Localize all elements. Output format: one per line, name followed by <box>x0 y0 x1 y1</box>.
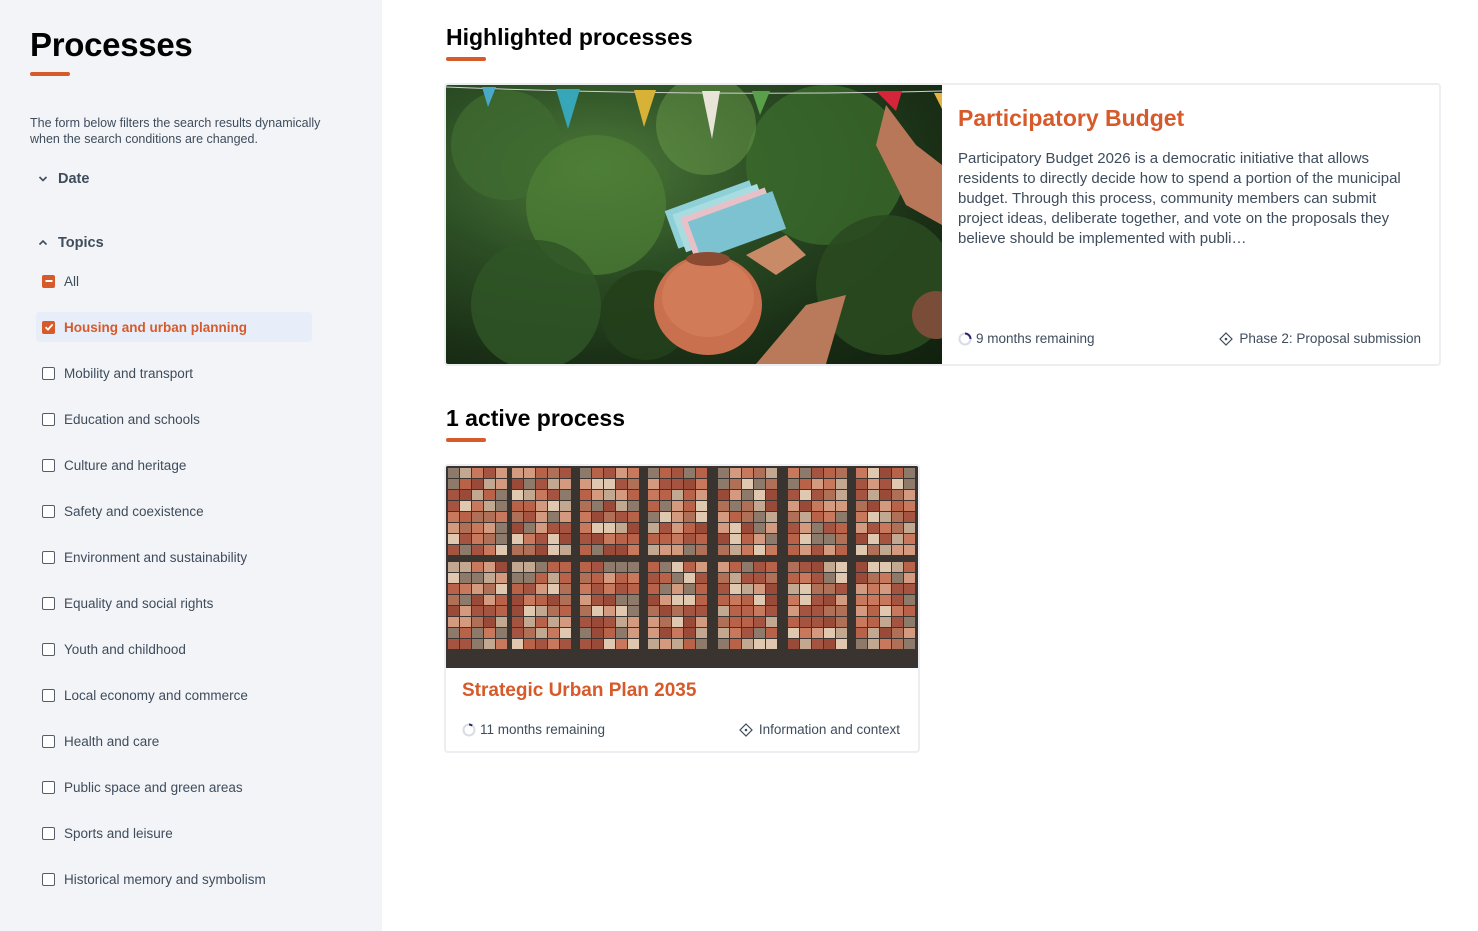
topic-checkbox-row[interactable]: Environment and sustainability <box>36 542 312 572</box>
date-filter-toggle[interactable]: Date <box>36 171 89 187</box>
topic-checkbox-row[interactable]: Education and schools <box>36 404 312 434</box>
progress-ring-icon <box>462 723 476 736</box>
title-underline <box>30 72 70 76</box>
phase-text: Information and context <box>758 722 900 737</box>
highlighted-card-body: Participatory Budget Participatory Budge… <box>942 85 1439 364</box>
topic-checkbox-label: Equality and social rights <box>64 595 214 611</box>
topic-checkbox[interactable] <box>42 412 55 426</box>
topic-checkbox[interactable] <box>42 826 55 840</box>
process-card-title[interactable]: Strategic Urban Plan 2035 <box>462 680 696 702</box>
topic-checkbox-label: Local economy and commerce <box>64 687 248 703</box>
topic-checkbox[interactable] <box>42 872 55 886</box>
budget-process-image <box>446 85 942 364</box>
phase-diamond-icon <box>739 722 753 737</box>
topic-checkbox-row[interactable]: Health and care <box>36 726 312 756</box>
topic-checkbox-label: Historical memory and symbolism <box>64 871 266 887</box>
topic-checkbox[interactable] <box>42 458 55 472</box>
time-remaining: 9 months remaining <box>958 331 1095 346</box>
progress-ring-icon <box>958 332 972 345</box>
highlighted-process-card[interactable]: Participatory Budget Participatory Budge… <box>444 83 1441 366</box>
topic-checkbox-label: All <box>64 273 80 289</box>
highlighted-card-meta: 9 months remaining Phase 2: Proposal sub… <box>958 331 1421 346</box>
topic-checkbox-label: Sports and leisure <box>64 825 173 841</box>
topic-checkbox-row[interactable]: Mobility and transport <box>36 358 312 388</box>
topic-checkbox-row[interactable]: Equality and social rights <box>36 588 312 618</box>
topic-checkbox-row[interactable]: Culture and heritage <box>36 450 312 480</box>
highlighted-card-title[interactable]: Participatory Budget <box>958 105 1423 132</box>
highlighted-card-description: Participatory Budget 2026 is a democrati… <box>958 150 1401 247</box>
topic-checkbox-label: Environment and sustainability <box>64 549 248 565</box>
section-underline <box>446 57 486 61</box>
process-card[interactable]: Strategic Urban Plan 2035 11 months rema… <box>444 464 920 753</box>
phase-info: Phase 2: Proposal submission <box>1219 331 1421 346</box>
topic-checkbox[interactable] <box>42 688 55 702</box>
topic-checkbox[interactable] <box>42 596 55 610</box>
chevron-up-icon <box>36 236 50 250</box>
topics-filter-toggle[interactable]: Topics <box>36 235 104 251</box>
time-remaining-text: 9 months remaining <box>976 331 1095 346</box>
topic-checkbox[interactable] <box>42 366 55 380</box>
topic-checkbox-row[interactable]: Housing and urban planning <box>36 312 312 342</box>
highlighted-heading: Highlighted processes <box>446 24 693 50</box>
urban-plan-image <box>446 466 918 668</box>
topic-checkbox[interactable] <box>42 320 55 334</box>
active-processes-heading: 1 active process <box>446 405 626 431</box>
topic-checkbox-row[interactable]: Historical memory and symbolism <box>36 864 312 894</box>
topic-checkbox-label: Safety and coexistence <box>64 503 204 519</box>
topic-checkbox-row[interactable]: All <box>36 266 312 296</box>
topic-checkbox-row[interactable]: Youth and childhood <box>36 634 312 664</box>
topics-checkbox-list: All Housing and urban planning Mobility an… <box>36 266 312 910</box>
topic-checkbox-row[interactable]: Safety and coexistence <box>36 496 312 526</box>
phase-diamond-icon <box>1219 331 1234 346</box>
filter-description: The form below filters the search result… <box>30 116 321 146</box>
topic-checkbox-label: Education and schools <box>64 411 200 427</box>
process-card-meta: 11 months remaining Information and cont… <box>462 722 900 737</box>
time-remaining-text: 11 months remaining <box>480 722 606 737</box>
topic-checkbox-label: Culture and heritage <box>64 457 187 473</box>
date-filter-label: Date <box>58 171 90 187</box>
topic-checkbox-label: Youth and childhood <box>64 641 186 657</box>
topic-checkbox-row[interactable]: Public space and green areas <box>36 772 312 802</box>
chevron-down-icon <box>36 172 50 186</box>
topic-checkbox[interactable] <box>42 550 55 564</box>
filter-sidebar: Processes The form below filters the sea… <box>0 0 382 931</box>
topic-checkbox-label: Health and care <box>64 733 160 749</box>
topic-checkbox[interactable] <box>42 504 55 518</box>
phase-info: Information and context <box>739 722 900 737</box>
topic-checkbox-label: Housing and urban planning <box>64 319 247 335</box>
topic-checkbox[interactable] <box>42 274 55 288</box>
time-remaining: 11 months remaining <box>462 722 605 737</box>
topics-filter-label: Topics <box>58 235 104 251</box>
page-title: Processes <box>30 26 193 63</box>
phase-text: Phase 2: Proposal submission <box>1239 331 1421 346</box>
topic-checkbox-label: Mobility and transport <box>64 365 194 381</box>
section-underline <box>446 438 486 442</box>
topic-checkbox-row[interactable]: Local economy and commerce <box>36 680 312 710</box>
topic-checkbox[interactable] <box>42 780 55 794</box>
topic-checkbox-label: Public space and green areas <box>64 779 243 795</box>
topic-checkbox[interactable] <box>42 734 55 748</box>
topic-checkbox-row[interactable]: Sports and leisure <box>36 818 312 848</box>
topic-checkbox[interactable] <box>42 642 55 656</box>
